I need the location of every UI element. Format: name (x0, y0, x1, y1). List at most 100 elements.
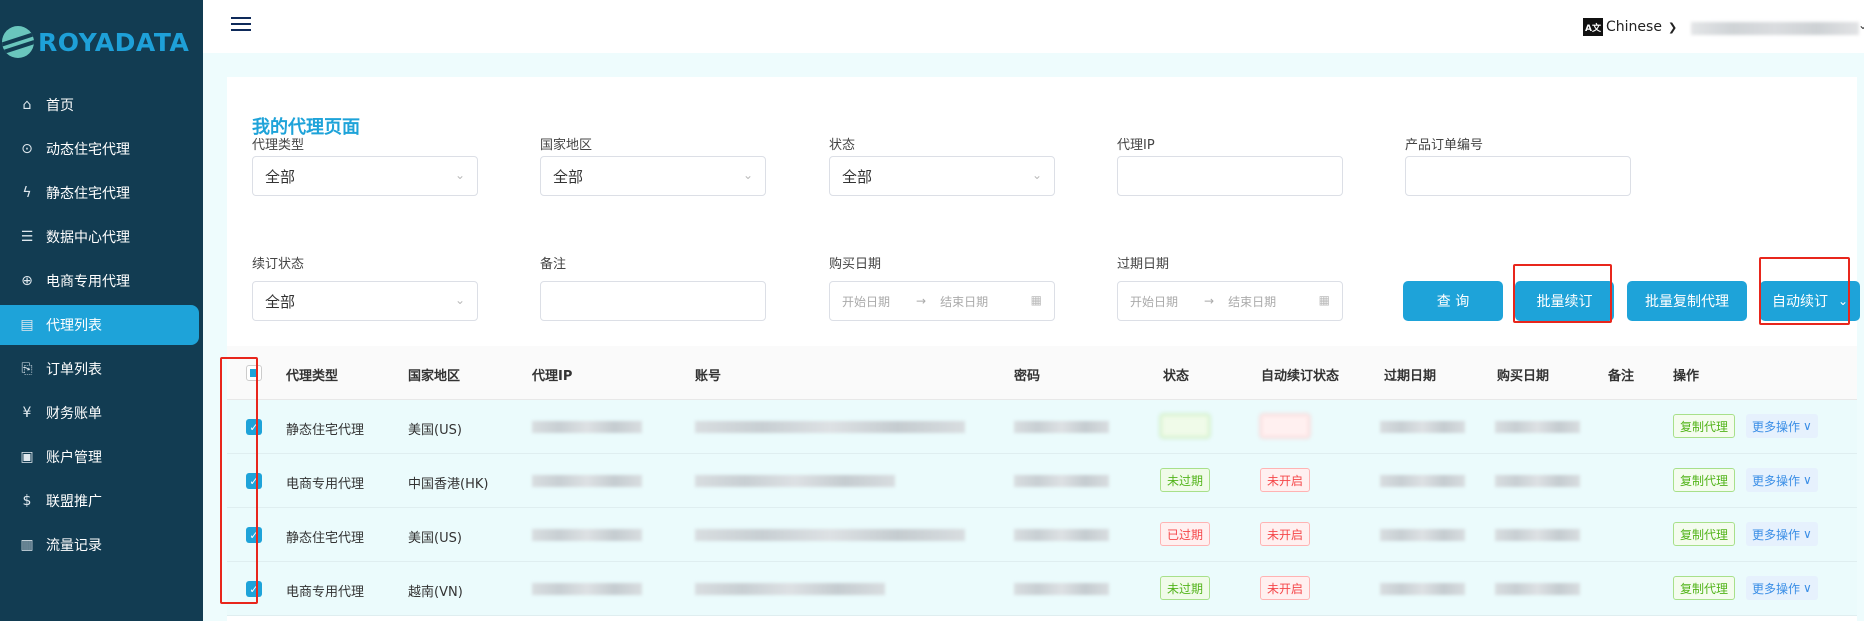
proxy-ip-redacted (532, 421, 642, 433)
proxy-list-card: 我的代理页面 代理类型 全部 ⌄ 国家地区 全部 ⌄ 状态 全部 ⌄ 代理IP 产品订… (220, 77, 1860, 621)
sidebar-item-label: 数据中心代理 (46, 230, 130, 246)
region-select[interactable]: 全部 ⌄ (540, 156, 766, 196)
yen-calendar-icon: ¥ (22, 405, 32, 421)
sidebar-item[interactable]: ϟ 静态住宅代理 (0, 173, 199, 213)
table-row[interactable]: ✓ 静态住宅代理 美国(US) 未过期 未开启 复制代理 更多操作∨ (227, 400, 1857, 454)
sidebar-item[interactable]: ⌂ 首页 (0, 85, 199, 125)
region-cell: 美国(US) (408, 423, 462, 438)
purchase-date-redacted (1495, 475, 1580, 487)
chevron-down-icon[interactable]: ⌄ (1858, 18, 1864, 32)
account-redacted (695, 529, 965, 541)
chevron-down-icon: ⌄ (454, 293, 465, 307)
note-input[interactable] (540, 281, 766, 321)
sidebar-item[interactable]: ⊙ 动态住宅代理 (0, 129, 199, 169)
status-badge: 已过期 (1160, 522, 1211, 546)
select-value: 全部 (553, 167, 584, 186)
expire-date-range[interactable]: 开始日期 → 结束日期 ▦ (1117, 281, 1343, 321)
account-redacted (695, 475, 895, 487)
column-header: 代理类型 (286, 369, 339, 384)
location-pin-icon: ⊙ (21, 141, 33, 157)
column-header: 备注 (1608, 369, 1635, 384)
status-select[interactable]: 全部 ⌄ (829, 156, 1055, 196)
expire-date-redacted (1380, 421, 1465, 433)
sidebar-item[interactable]: ▤ 代理列表 (0, 305, 199, 345)
batch-copy-proxy-button[interactable]: 批量复制代理 (1627, 281, 1747, 321)
table-row[interactable]: ✓ 电商专用代理 越南(VN) 未过期 未开启 复制代理 更多操作 ∨ (227, 562, 1857, 616)
column-header: 购买日期 (1497, 369, 1550, 384)
more-actions-dropdown[interactable]: 更多操作 ∨ (1746, 414, 1818, 438)
filter-label: 代理IP (1117, 138, 1155, 153)
purchase-date-redacted (1495, 529, 1580, 541)
chevron-down-icon: ⌄ (742, 168, 753, 182)
document-search-icon: ⎘ (21, 361, 33, 377)
account-redacted (695, 583, 885, 595)
top-header: A文 Chinese ❯ ⌄ (203, 0, 1864, 53)
query-button[interactable]: 查 询 (1403, 281, 1503, 321)
sidebar-item-label: 首页 (46, 98, 74, 114)
purchase-date-range[interactable]: 开始日期 → 结束日期 ▦ (829, 281, 1055, 321)
more-actions-dropdown[interactable]: 更多操作 ∨ (1746, 576, 1818, 600)
proxy-ip-redacted (532, 583, 642, 595)
end-date-placeholder: 结束日期 (1228, 294, 1277, 309)
copy-proxy-button[interactable]: 复制代理 (1673, 576, 1736, 600)
calendar-icon: ▦ (1318, 293, 1330, 307)
more-actions-label: 更多操作 (1752, 581, 1801, 596)
filter-label: 产品订单编号 (1405, 138, 1484, 153)
copy-proxy-button[interactable]: 复制代理 (1673, 414, 1736, 438)
proxy-type-select[interactable]: 全部 ⌄ (252, 156, 478, 196)
sidebar-item[interactable]: ⎘ 订单列表 (0, 349, 199, 389)
sidebar-item[interactable]: $ 联盟推广 (0, 481, 199, 521)
renew-status-select[interactable]: 全部 ⌄ (252, 281, 478, 321)
sidebar-item-label: 动态住宅代理 (46, 142, 130, 158)
auto-renew-status-badge: 未开启 (1260, 576, 1311, 600)
start-date-placeholder: 开始日期 (1130, 294, 1179, 309)
sidebar-item-label: 静态住宅代理 (46, 186, 130, 202)
more-actions-dropdown[interactable]: 更多操作 ∨ (1746, 522, 1818, 546)
select-value: 全部 (265, 292, 296, 311)
logo[interactable]: ROYADATA (2, 26, 189, 58)
select-value: 全部 (265, 167, 296, 186)
sidebar-item-label: 联盟推广 (46, 494, 102, 510)
sidebar-item-label: 电商专用代理 (46, 274, 130, 290)
more-actions-dropdown[interactable]: 更多操作 ∨ (1746, 468, 1818, 492)
sidebar-item[interactable]: ▥ 流量记录 (0, 525, 199, 565)
table-row[interactable]: ✓ 电商专用代理 中国香港(HK) 未过期 未开启 复制代理 更多操作 ∨ (227, 454, 1857, 508)
column-header: 国家地区 (408, 369, 461, 384)
sidebar: ROYADATA ⌂ 首页 ⊙ 动态住宅代理 ϟ 静态住宅代理 ☰ 数据中心代理 ⊕ 电商专用代理… (0, 0, 203, 621)
more-actions-label: 更多操作 (1752, 473, 1801, 488)
sidebar-item[interactable]: ☰ 数据中心代理 (0, 217, 199, 257)
bar-chart-icon: ▥ (20, 537, 34, 553)
storefront-icon: ▤ (20, 317, 34, 333)
logo-text: ROYADATA (38, 27, 190, 57)
column-header: 密码 (1014, 369, 1041, 384)
highlight-box (220, 357, 258, 604)
copy-proxy-button[interactable]: 复制代理 (1673, 468, 1736, 492)
sidebar-item[interactable]: ▣ 账户管理 (0, 437, 199, 477)
server-icon: ☰ (20, 229, 34, 245)
status-badge: 未过期 (1160, 414, 1211, 438)
language-selector[interactable]: A文 Chinese ❯ (1583, 18, 1677, 36)
column-header: 代理IP (532, 369, 573, 384)
order-number-input[interactable] (1405, 156, 1631, 196)
sidebar-item[interactable]: ⊕ 电商专用代理 (0, 261, 199, 301)
user-menu[interactable] (1691, 22, 1859, 35)
proxy-ip-redacted (532, 529, 642, 541)
status-badge: 未过期 (1160, 576, 1211, 600)
menu-toggle-icon[interactable] (231, 17, 251, 31)
region-cell: 中国香港(HK) (408, 477, 489, 492)
filter-label: 购买日期 (829, 257, 882, 272)
proxy-ip-redacted (532, 475, 642, 487)
copy-proxy-button[interactable]: 复制代理 (1673, 522, 1736, 546)
sidebar-item[interactable]: ¥ 财务账单 (0, 393, 199, 433)
filter-label: 续订状态 (252, 257, 305, 272)
filter-label: 代理类型 (252, 138, 305, 153)
proxy-ip-input[interactable] (1117, 156, 1343, 196)
table-row[interactable]: ✓ 静态住宅代理 美国(US) 已过期 未开启 复制代理 更多操作 ∨ (227, 508, 1857, 562)
chevron-down-icon: ⌄ (454, 168, 465, 182)
region-cell: 美国(US) (408, 531, 462, 546)
calendar-icon: ▦ (1030, 293, 1042, 307)
auto-renew-status-badge: 未开启 (1260, 468, 1311, 492)
sidebar-item-label: 代理列表 (46, 318, 102, 334)
proxy-type-cell: 静态住宅代理 (286, 423, 365, 438)
column-header: 操作 (1673, 369, 1700, 384)
